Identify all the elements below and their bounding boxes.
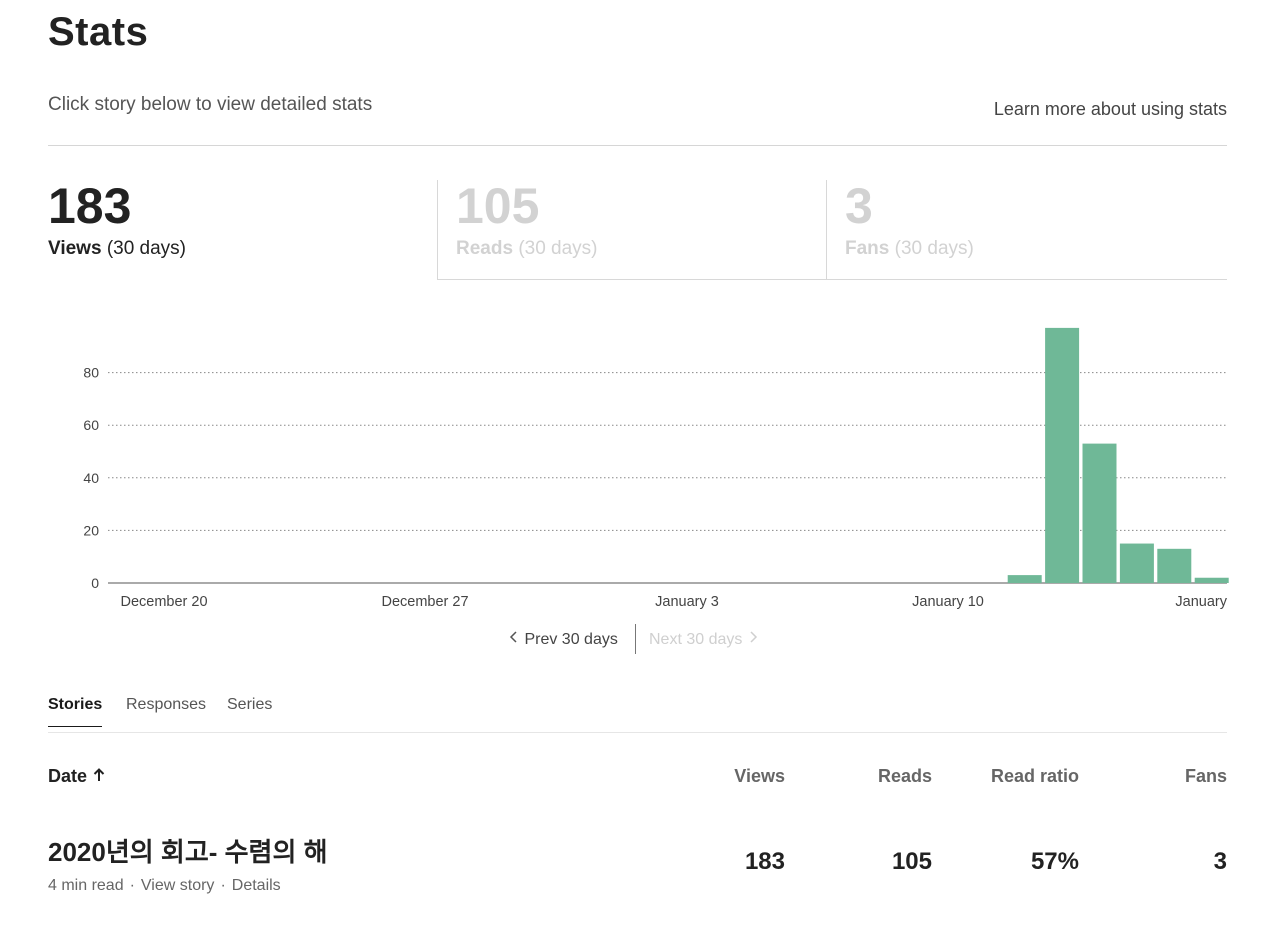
story-views: 183 <box>744 848 785 875</box>
tab-responses[interactable]: Responses <box>126 696 206 726</box>
chevron-left-icon <box>509 631 517 643</box>
x-tick-label: January 10 <box>912 594 984 610</box>
y-tick-label: 80 <box>83 365 99 381</box>
story-fans: 3 <box>1213 848 1227 875</box>
metric-views-label: Views (30 days) <box>48 238 437 260</box>
header-divider <box>48 145 1227 146</box>
column-header-read-ratio[interactable]: Read ratio <box>959 766 1079 787</box>
x-tick-label: January <box>1175 594 1227 610</box>
prev-30-days-button[interactable]: Prev 30 days <box>508 630 618 649</box>
next-30-days-button[interactable]: Next 30 days <box>649 630 759 649</box>
story-title[interactable]: 2020년의 회고- 수렴의 해 <box>48 832 328 869</box>
tab-stories[interactable]: Stories <box>48 696 103 727</box>
tab-series[interactable]: Series <box>227 696 272 726</box>
bar <box>1194 577 1229 583</box>
y-tick-label: 0 <box>91 575 99 591</box>
prev-30-days-label: Prev 30 days <box>524 631 618 648</box>
metric-reads-name: Reads <box>456 238 514 259</box>
meta-separator: · <box>220 877 226 894</box>
metric-views[interactable]: 183 Views (30 days) <box>48 180 437 280</box>
view-story-link[interactable]: View story <box>141 877 215 894</box>
learn-more-link[interactable]: Learn more about using stats <box>994 99 1227 120</box>
next-30-days-label: Next 30 days <box>649 631 743 648</box>
x-tick-label: December 20 <box>120 594 207 610</box>
chart-pager: Prev 30 days Next 30 days <box>0 624 1280 656</box>
metric-views-value: 183 <box>48 178 132 234</box>
page-subtitle: Click story below to view detailed stats <box>48 94 373 115</box>
pager-separator <box>635 624 636 654</box>
story-meta: 4 min read · View story · Details <box>48 877 281 895</box>
arrow-up-icon <box>93 768 105 781</box>
metric-reads-label: Reads (30 days) <box>456 238 827 260</box>
column-header-date[interactable]: Date <box>48 766 106 787</box>
metric-reads-period: (30 days) <box>518 238 598 259</box>
details-link[interactable]: Details <box>232 877 281 894</box>
column-header-reads[interactable]: Reads <box>832 766 932 787</box>
story-read-time: 4 min read <box>48 877 124 894</box>
column-header-views[interactable]: Views <box>685 766 785 787</box>
page-title: Stats <box>48 10 149 54</box>
column-header-date-label: Date <box>48 766 88 786</box>
bar <box>1007 575 1042 583</box>
x-tick-label: December 27 <box>381 594 468 610</box>
chevron-right-icon <box>750 631 757 643</box>
bar <box>1119 543 1154 583</box>
metric-fans-value: 3 <box>845 178 873 234</box>
metric-reads[interactable]: 105 Reads (30 days) <box>437 180 827 280</box>
metric-fans-name: Fans <box>845 238 890 259</box>
bar <box>1082 443 1117 583</box>
story-reads: 105 <box>891 848 932 875</box>
meta-separator: · <box>129 877 135 894</box>
metric-fans-period: (30 days) <box>894 238 974 259</box>
story-read-ratio: 57% <box>1030 848 1079 875</box>
y-tick-label: 40 <box>83 470 99 486</box>
metric-views-name: Views <box>48 238 102 259</box>
y-tick-label: 20 <box>83 522 99 538</box>
x-tick-label: January 3 <box>655 594 719 610</box>
metric-fans[interactable]: 3 Fans (30 days) <box>826 180 1227 280</box>
metric-views-period: (30 days) <box>106 238 187 259</box>
views-bar-chart: 0 20 40 60 80 December 20 December 27 January 3… <box>83 327 1229 610</box>
y-tick-label: 60 <box>83 417 99 433</box>
bar <box>1157 548 1192 583</box>
bar <box>1045 327 1080 583</box>
content-tabs: Stories Responses Series <box>48 696 1227 733</box>
column-header-fans[interactable]: Fans <box>1127 766 1227 787</box>
metric-fans-label: Fans (30 days) <box>845 238 1227 260</box>
metric-reads-value: 105 <box>456 178 540 234</box>
